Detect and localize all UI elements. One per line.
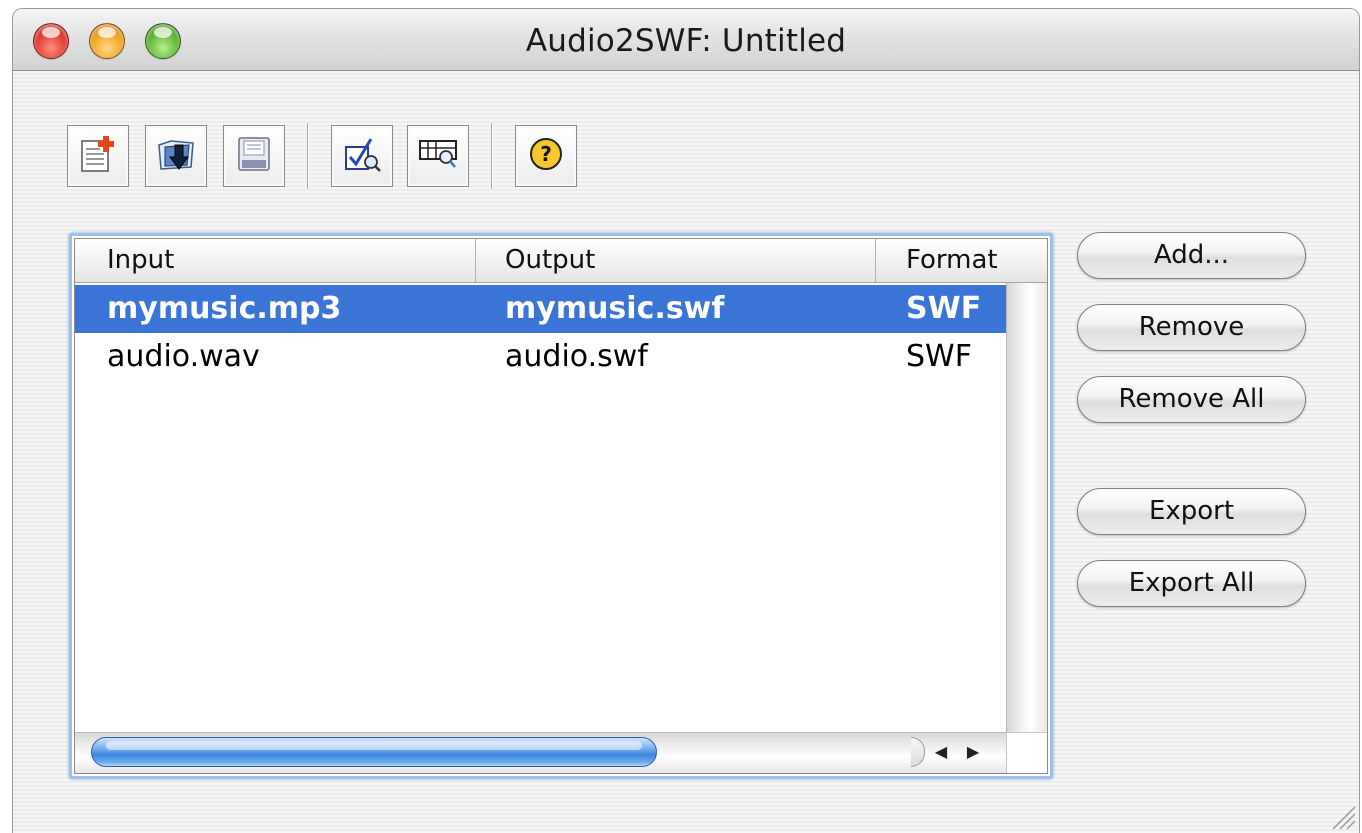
horizontal-scrollbar[interactable]: ◀ ▶ [75, 732, 1047, 773]
scroll-right-arrow[interactable]: ▶ [959, 735, 987, 769]
window-title: Audio2SWF: Untitled [525, 23, 847, 59]
scroll-corner [1006, 732, 1047, 773]
column-header-format[interactable]: Format [906, 239, 1036, 282]
file-table: Input Output Format mymusic.mp3 mymusic.… [69, 233, 1053, 779]
add-button[interactable]: Add... [1077, 232, 1306, 279]
svg-text:?: ? [540, 142, 552, 166]
scroll-track-end [911, 737, 925, 767]
export-all-button[interactable]: Export All [1077, 560, 1306, 607]
file-table-inner: Input Output Format mymusic.mp3 mymusic.… [74, 238, 1048, 774]
open-button[interactable] [145, 125, 207, 187]
remove-button[interactable]: Remove [1077, 304, 1306, 351]
remove-all-button[interactable]: Remove All [1077, 376, 1306, 423]
horizontal-scroll-thumb[interactable] [91, 737, 657, 767]
save-button[interactable] [223, 125, 285, 187]
preview-magnify-icon [416, 133, 460, 179]
table-row[interactable]: mymusic.mp3 mymusic.swf SWF [75, 285, 1008, 333]
title-bar[interactable]: Audio2SWF: Untitled [13, 9, 1359, 71]
output-cell: mymusic.swf [505, 291, 725, 326]
column-divider [475, 239, 476, 282]
open-folder-icon [155, 133, 197, 179]
column-divider [875, 239, 876, 282]
table-row[interactable]: audio.wav audio.swf SWF [75, 333, 1008, 381]
save-disk-icon [233, 133, 275, 179]
column-header-output[interactable]: Output [505, 239, 865, 282]
column-header-input[interactable]: Input [107, 239, 467, 282]
checklist-magnify-icon [341, 133, 383, 179]
input-cell: mymusic.mp3 [107, 291, 342, 326]
preview-button[interactable] [407, 125, 469, 187]
check-button[interactable] [331, 125, 393, 187]
resize-grip-icon[interactable] [1327, 801, 1357, 831]
help-button[interactable]: ? [515, 125, 577, 187]
output-cell: audio.swf [505, 339, 648, 374]
vertical-scrollbar[interactable] [1006, 283, 1047, 733]
format-cell: SWF [906, 291, 982, 326]
toolbar-separator [307, 123, 309, 189]
toolbar-separator [491, 123, 493, 189]
table-header: Input Output Format [75, 239, 1047, 283]
app-window: Audio2SWF: Untitled ? Input Output Forma… [12, 8, 1360, 833]
help-icon: ? [526, 134, 566, 178]
input-cell: audio.wav [107, 339, 260, 374]
export-button[interactable]: Export [1077, 488, 1306, 535]
new-document-icon [78, 133, 118, 179]
new-document-button[interactable] [67, 125, 129, 187]
scroll-left-arrow[interactable]: ◀ [927, 735, 955, 769]
format-cell: SWF [906, 339, 972, 374]
